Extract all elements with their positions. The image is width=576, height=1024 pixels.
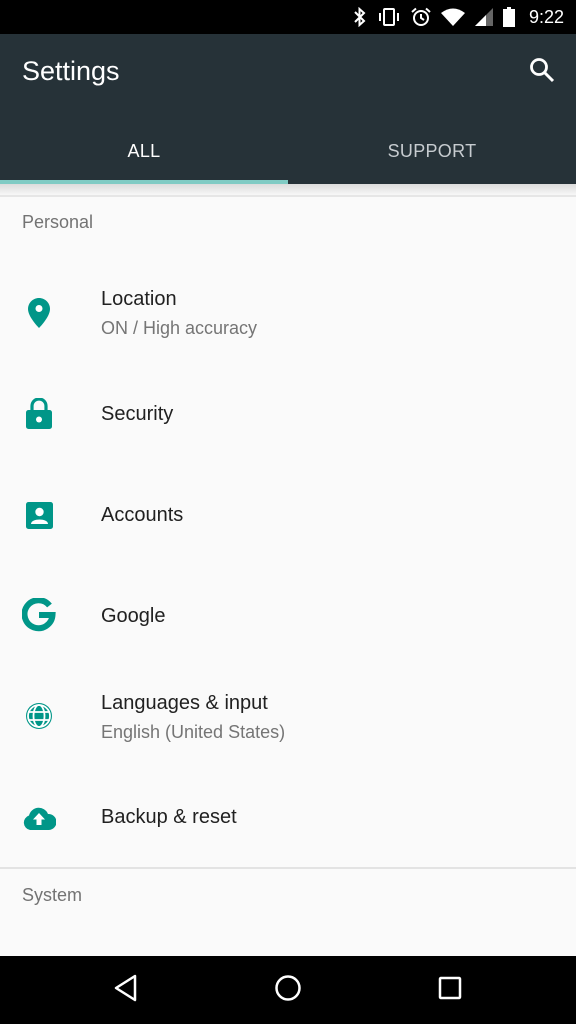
settings-item-google[interactable]: Google	[0, 571, 576, 661]
account-box-icon	[22, 498, 56, 532]
tab-support[interactable]: SUPPORT	[288, 118, 576, 184]
settings-item-security[interactable]: Security	[0, 370, 576, 460]
bluetooth-icon	[353, 7, 367, 27]
settings-item-accounts[interactable]: Accounts	[0, 470, 576, 560]
settings-item-languages[interactable]: Languages & input English (United States…	[0, 672, 576, 762]
google-icon	[22, 598, 56, 632]
cell-signal-icon	[474, 8, 493, 26]
home-button[interactable]	[268, 970, 308, 1010]
vibrate-icon	[377, 7, 401, 27]
item-title: Location	[101, 288, 177, 310]
item-summary: ON / High accuracy	[101, 318, 258, 338]
back-icon	[113, 974, 139, 1007]
status-time: 9:22	[528, 6, 564, 27]
item-title: Google	[101, 605, 166, 627]
search-button[interactable]	[524, 54, 560, 90]
back-button[interactable]	[106, 970, 146, 1010]
battery-icon	[502, 7, 515, 27]
item-title: Backup & reset	[101, 806, 237, 828]
lock-icon	[22, 397, 56, 431]
page-title: Settings	[22, 56, 120, 86]
item-title: Languages & input	[101, 692, 268, 714]
recents-icon	[438, 976, 462, 1005]
status-bar: 9:22	[0, 0, 576, 34]
globe-icon	[22, 699, 56, 733]
settings-item-backup[interactable]: Backup & reset	[0, 773, 576, 863]
recents-button[interactable]	[430, 970, 470, 1010]
search-icon	[529, 57, 555, 88]
cloud-upload-icon	[22, 801, 56, 835]
home-icon	[274, 974, 302, 1007]
alarm-icon	[411, 7, 431, 27]
status-icons: 9:22	[353, 0, 564, 34]
item-title: Security	[101, 403, 174, 425]
location-icon	[22, 296, 56, 330]
section-header-personal: Personal	[22, 212, 94, 232]
tab-bar: ALL SUPPORT	[0, 118, 576, 184]
section-divider	[0, 867, 576, 869]
tab-all[interactable]: ALL	[0, 118, 288, 184]
navigation-bar	[0, 956, 576, 1024]
wifi-icon	[440, 8, 465, 26]
divider	[0, 195, 576, 197]
app-bar: Settings ALL SUPPORT	[0, 34, 576, 184]
item-summary: English (United States)	[101, 722, 286, 742]
item-title: Accounts	[101, 504, 184, 526]
section-header-system: System	[22, 885, 83, 905]
settings-item-location[interactable]: Location ON / High accuracy	[0, 270, 576, 360]
